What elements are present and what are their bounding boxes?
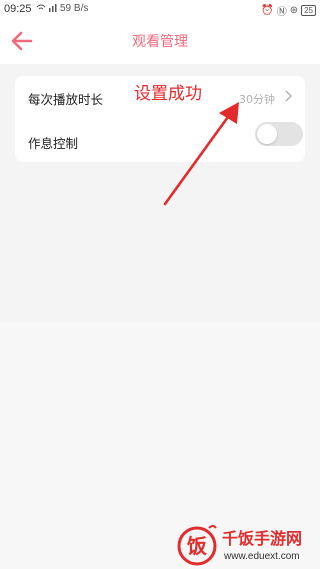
watermark: 饭 千饭手游网 www.eduext.com: [176, 522, 320, 569]
status-right-icons: ⏰ Ⓝ ⊛ 25: [261, 3, 316, 18]
data-icon: ⊛: [289, 5, 299, 16]
alarm-icon: ⏰: [261, 5, 274, 16]
wifi-icon: [36, 4, 57, 12]
watermark-name: 千饭手游网: [222, 529, 303, 548]
watermark-logo: 饭: [177, 525, 217, 566]
watermark-url: www.eduext.com: [224, 551, 300, 562]
nav-bar: 观看管理: [0, 18, 320, 64]
status-time: 09:25: [4, 3, 32, 15]
playback-duration-label: 每次播放时长: [28, 92, 104, 107]
svg-text:饭: 饭: [187, 534, 207, 558]
signal-icons: [36, 3, 58, 16]
rest-control-label: 作息控制: [28, 136, 79, 151]
chevron-right-icon: [285, 90, 292, 102]
nfc-icon: Ⓝ: [276, 7, 287, 18]
network-speed: 59 B/s: [60, 3, 89, 14]
annotation-arrow-icon: [163, 102, 239, 206]
toggle-knob: [257, 124, 277, 144]
rest-control-toggle[interactable]: [255, 122, 303, 146]
status-bar: 09:25 59 B/s ⏰ Ⓝ ⊛ 25: [0, 0, 320, 18]
battery-indicator: 25: [301, 5, 316, 16]
page-title: 观看管理: [132, 34, 188, 50]
